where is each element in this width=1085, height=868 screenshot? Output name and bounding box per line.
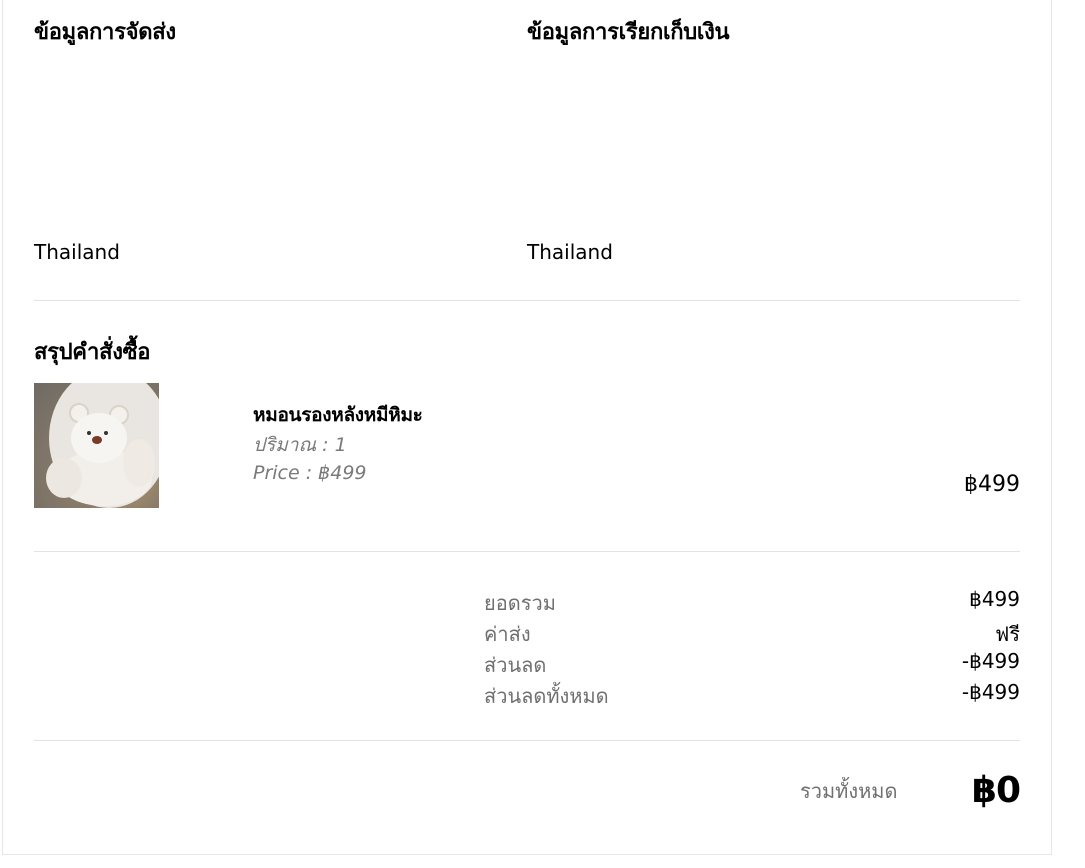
billing-info-title: ข้อมูลการเรียกเก็บเงิน [527, 20, 730, 45]
shipping-country: Thailand [34, 240, 120, 264]
product-unit-price: Price : ฿499 [253, 462, 367, 484]
discount-value: -฿499 [961, 649, 1020, 673]
product-name: หมอนรองหลังหมีหิมะ [253, 404, 423, 426]
subtotal-label: ยอดรวม [484, 591, 556, 615]
divider [34, 300, 1020, 301]
discount-label: ส่วนลด [484, 653, 547, 677]
subtotal-value: ฿499 [969, 587, 1020, 611]
total-discount-label: ส่วนลดทั้งหมด [484, 684, 609, 708]
grand-total-label: รวมทั้งหมด [800, 779, 898, 803]
product-image [34, 383, 159, 508]
divider [34, 551, 1020, 552]
divider [34, 740, 1020, 741]
shipping-fee-label: ค่าส่ง [484, 622, 531, 646]
bear-cushion-illustration [46, 383, 159, 508]
product-line-total: ฿499 [964, 472, 1020, 497]
billing-country: Thailand [527, 240, 613, 264]
order-summary-title: สรุปคำสั่งซื้อ [34, 340, 151, 365]
order-confirmation-card [2, 0, 1052, 855]
product-quantity: ปริมาณ : 1 [253, 434, 347, 456]
grand-total-value: ฿0 [971, 770, 1021, 811]
shipping-info-title: ข้อมูลการจัดส่ง [34, 20, 176, 45]
total-discount-value: -฿499 [961, 680, 1020, 704]
shipping-fee-value: ฟรี [995, 622, 1020, 646]
